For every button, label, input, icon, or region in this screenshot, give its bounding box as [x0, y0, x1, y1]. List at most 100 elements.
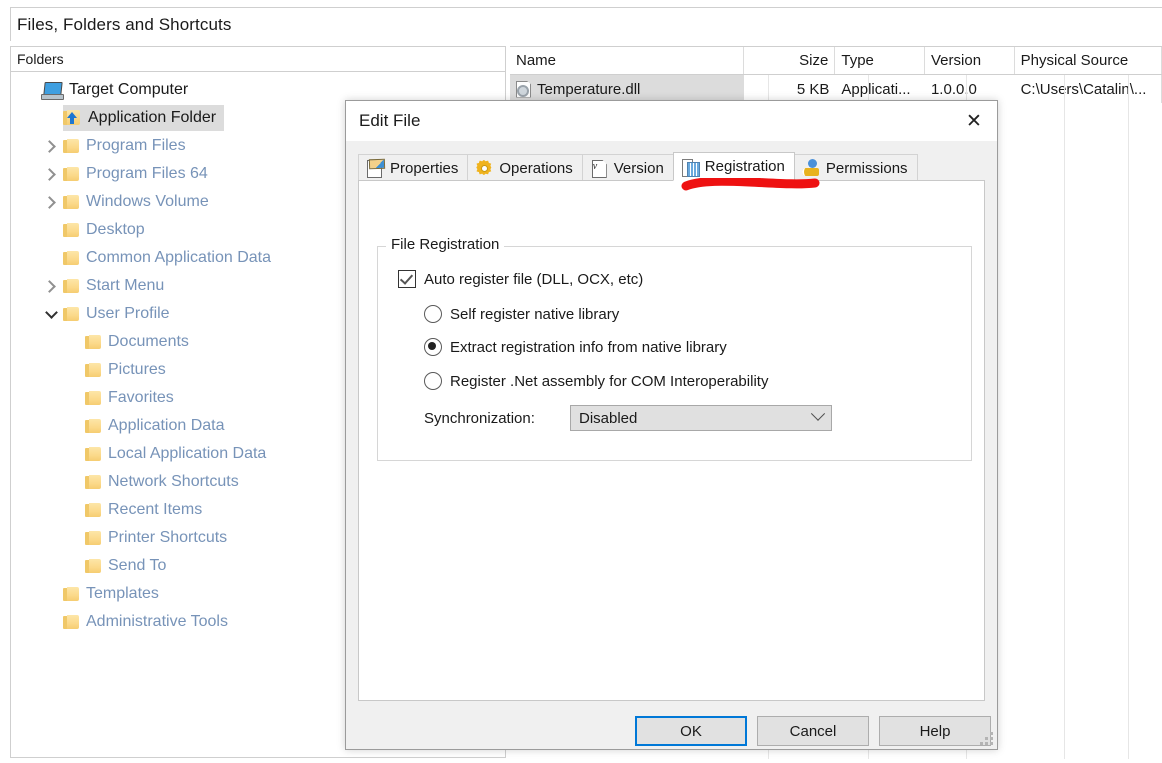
chevron-down-icon — [810, 406, 826, 421]
tree-item-label: Local Application Data — [108, 445, 267, 462]
cell-version: 1.0.0.0 — [930, 80, 977, 98]
chevron-right-icon[interactable] — [39, 170, 63, 179]
cell-name-label: Temperature.dll — [537, 80, 641, 98]
folders-pane-header: Folders — [11, 47, 505, 72]
tree-item-label: Common Application Data — [86, 249, 271, 266]
folder-icon — [85, 502, 102, 518]
groupbox-title: File Registration — [386, 236, 505, 253]
radio-net-assembly-label: Register .Net assembly for COM Interoper… — [450, 372, 769, 390]
cancel-button[interactable]: Cancel — [757, 716, 869, 746]
cell-type: Applicati... — [841, 80, 911, 98]
tree-item-label: Target Computer — [69, 81, 189, 98]
computer-icon — [41, 82, 64, 100]
synchronization-value: Disabled — [579, 409, 638, 427]
column-header-name[interactable]: Name — [510, 47, 744, 74]
ok-button[interactable]: OK — [635, 716, 747, 746]
column-header-source[interactable]: Physical Source — [1015, 47, 1162, 74]
permissions-icon — [801, 159, 820, 177]
chevron-right-icon[interactable] — [39, 282, 63, 291]
radio-net-assembly[interactable] — [424, 372, 442, 390]
tree-item-label: Pictures — [108, 361, 166, 378]
gear-icon — [475, 159, 493, 177]
properties-icon — [366, 159, 384, 178]
tree-item-label: Start Menu — [86, 277, 165, 294]
synchronization-select[interactable]: Disabled — [570, 405, 832, 431]
tree-item-label: Program Files — [86, 137, 186, 154]
radio-self-register-row[interactable]: Self register native library — [424, 305, 619, 323]
tab-label: Properties — [390, 159, 459, 177]
file-registration-groupbox: File Registration Auto register file (DL… — [377, 236, 972, 461]
folder-icon — [63, 166, 80, 182]
chevron-right-icon[interactable] — [39, 142, 63, 151]
column-divider-source[interactable] — [1128, 75, 1129, 759]
registration-icon — [681, 158, 700, 177]
tab-strip[interactable]: Properties Operations Version Registration P… — [358, 152, 985, 181]
cell-source: C:\Users\Catalin\... — [1015, 75, 1162, 103]
radio-extract-info-row[interactable]: Extract registration info from native li… — [424, 338, 727, 356]
help-button[interactable]: Help — [879, 716, 991, 746]
tab-label: Version — [613, 159, 664, 177]
radio-self-register-label: Self register native library — [450, 305, 620, 323]
tab-permissions[interactable]: Permissions — [793, 154, 918, 181]
column-header-type[interactable]: Type — [835, 47, 925, 74]
column-header-size[interactable]: Size — [744, 47, 836, 74]
folder-icon — [63, 222, 80, 238]
folders-header-label: Folders — [17, 51, 64, 67]
auto-register-checkbox[interactable] — [398, 270, 416, 288]
tree-item-label: Network Shortcuts — [108, 473, 239, 490]
tree-item-label: Application Data — [108, 417, 225, 434]
column-header-version[interactable]: Version — [925, 47, 1015, 74]
tree-item-label: Recent Items — [108, 501, 203, 518]
radio-net-assembly-row[interactable]: Register .Net assembly for COM Interoper… — [424, 372, 768, 390]
folder-icon — [63, 586, 80, 602]
tab-properties[interactable]: Properties — [358, 154, 469, 181]
folder-icon — [85, 362, 102, 378]
tab-operations[interactable]: Operations — [467, 154, 583, 181]
dll-file-icon — [516, 81, 531, 98]
tab-version[interactable]: Version — [581, 154, 674, 181]
resize-grip[interactable] — [980, 732, 993, 745]
tree-item-label: Application Folder — [88, 109, 217, 126]
folder-icon — [85, 530, 102, 546]
tree-item-label: Desktop — [86, 221, 145, 238]
synchronization-row: Synchronization: Disabled — [424, 405, 832, 431]
app-titlebar: Files, Folders and Shortcuts — [10, 7, 1162, 41]
cell-size: 5 KB — [796, 80, 830, 98]
tree-item-label: Templates — [86, 585, 159, 602]
tab-label: Permissions — [825, 159, 908, 177]
radio-extract-info[interactable] — [424, 338, 442, 356]
close-icon[interactable]: ✕ — [951, 101, 997, 141]
folder-icon — [63, 306, 80, 322]
tab-label: Registration — [704, 158, 785, 175]
tree-item-label: Documents — [108, 333, 189, 350]
folder-icon — [85, 474, 102, 490]
folder-icon — [85, 334, 102, 350]
edit-file-dialog: Edit File ✕ Properties Operations Version R… — [345, 100, 998, 750]
file-list-header[interactable]: Name Size Type Version Physical Source — [510, 47, 1162, 75]
tab-registration[interactable]: Registration — [672, 152, 795, 181]
folder-icon — [63, 250, 80, 266]
version-icon — [590, 159, 608, 177]
column-divider-version[interactable] — [1064, 75, 1065, 759]
folder-icon — [85, 558, 102, 574]
folder-icon — [85, 418, 102, 434]
app-folder-icon — [63, 110, 82, 126]
tab-panel-registration: File Registration Auto register file (DL… — [358, 180, 985, 701]
tree-item-label: Printer Shortcuts — [108, 529, 228, 546]
dialog-body: Properties Operations Version Registration P… — [346, 141, 997, 749]
tree-item-label: Favorites — [108, 389, 174, 406]
chevron-right-icon[interactable] — [39, 198, 63, 207]
dialog-footer: OK Cancel Help — [346, 708, 997, 749]
folder-icon — [63, 278, 80, 294]
auto-register-checkbox-row[interactable]: Auto register file (DLL, OCX, etc) — [398, 270, 643, 288]
page-title: Files, Folders and Shortcuts — [17, 14, 232, 34]
radio-self-register[interactable] — [424, 305, 442, 323]
tree-item-label: Windows Volume — [86, 193, 209, 210]
synchronization-label: Synchronization: — [424, 409, 535, 427]
chevron-down-icon[interactable] — [39, 312, 63, 317]
tree-item-label: Send To — [108, 557, 167, 574]
folder-icon — [63, 138, 80, 154]
dialog-titlebar: Edit File ✕ — [346, 101, 997, 141]
folder-icon — [63, 614, 80, 630]
dialog-title: Edit File — [359, 111, 421, 130]
